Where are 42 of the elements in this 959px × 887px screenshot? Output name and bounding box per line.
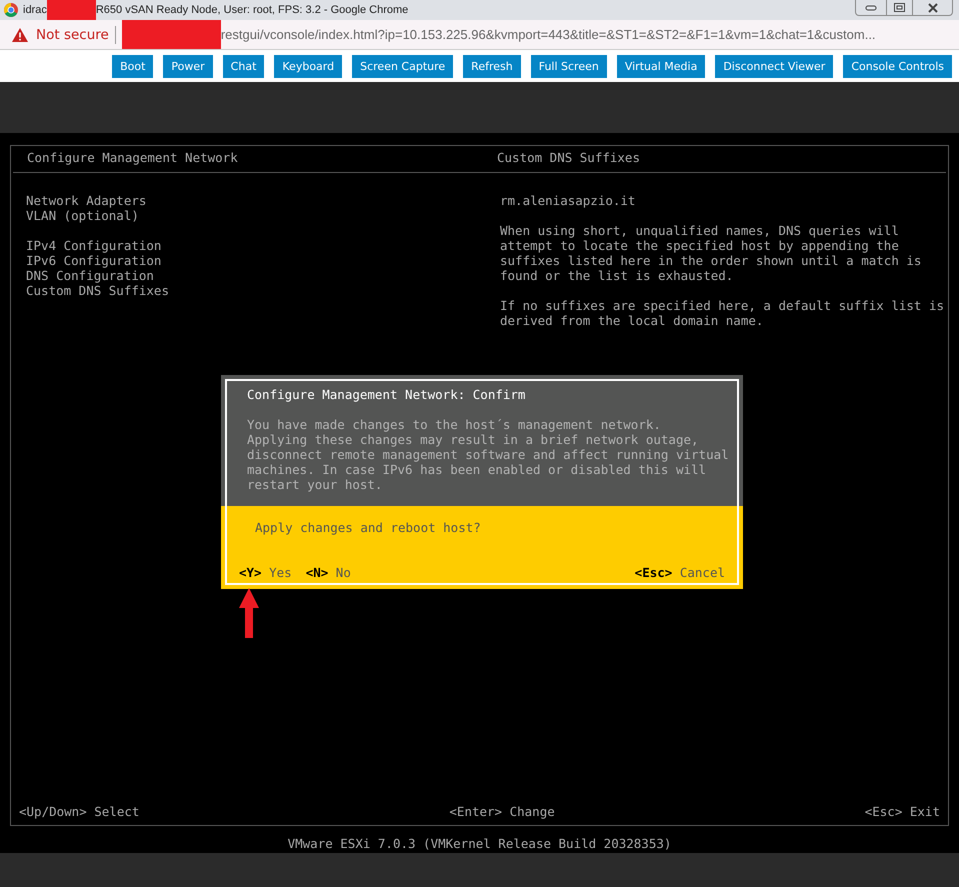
key-hint: <Up/Down> Select	[19, 804, 140, 819]
toolbar-button[interactable]: Full Screen	[530, 54, 607, 78]
key-option: <Esc> Cancel	[634, 565, 725, 580]
security-label[interactable]: Not secure	[36, 26, 109, 42]
toolbar-button[interactable]: Virtual Media	[616, 54, 706, 78]
help-text: When using short, unqualified names, DNS queries will attempt to locate the specified host by appending the suffixes listed here in the order shown until a match is found or the list is exhausted.	[500, 223, 922, 283]
restore-icon	[894, 3, 905, 12]
dialog-title: Configure Management Network: Confirm	[247, 387, 526, 402]
browser-logo-icon	[4, 3, 18, 17]
menu-item[interactable]: Custom DNS Suffixes	[26, 283, 495, 298]
panel-title: Configure Management Network	[26, 150, 239, 165]
toolbar-button[interactable]: Console Controls	[843, 54, 952, 78]
key-option: <N> No	[306, 565, 351, 580]
dialog-message: You have made changes to the host´s management network. Applying these changes may result in a brief network outage, disconnect remote management software and affect running virtual machines. In case IPv6 has been enabled or disabled this will restart your host.	[247, 417, 730, 492]
key-hint: <Enter> Change	[449, 804, 555, 819]
menu-item[interactable]: Network Adapters	[26, 193, 495, 208]
toolbar-button[interactable]: Screen Capture	[352, 54, 454, 78]
menu-item[interactable]: IPv4 Configuration	[26, 238, 495, 253]
minimize-icon	[865, 4, 877, 10]
toolbar-button[interactable]: Boot	[112, 54, 154, 78]
version-text: VMware ESXi 7.0.3 (VMKernel Release Build 20328353)	[286, 836, 672, 851]
key-hint: <Esc> Exit	[864, 804, 940, 819]
toolbar-button[interactable]: Power	[163, 54, 213, 78]
menu-item[interactable]: DNS Configuration	[26, 268, 495, 283]
key-option: <Y> Yes	[239, 565, 292, 580]
help-text: If no suffixes are specified here, a default suffix list is derived from the local domain name.	[500, 298, 946, 328]
window-title: idrac	[23, 4, 47, 16]
menu-item[interactable]: IPv6 Configuration	[26, 253, 495, 268]
warning-icon	[12, 28, 28, 42]
menu-item[interactable]: VLAN (optional)	[26, 208, 495, 223]
close-icon	[928, 2, 938, 12]
toolbar-button[interactable]: Disconnect Viewer	[715, 54, 834, 78]
url-text[interactable]: restgui/vconsole/index.html?ip=10.153.225.96&kvmport=443&title=&ST1=&ST2=&F1=1&vm=1&chat=1&custom...	[220, 27, 876, 42]
dialog-question: Apply changes and reboot host?	[254, 520, 482, 535]
toolbar-button[interactable]: Refresh	[463, 54, 521, 78]
arrow-annotation	[239, 588, 259, 638]
suffix-value: rm.aleniasapzio.it	[500, 193, 636, 208]
toolbar-button[interactable]: Keyboard	[274, 54, 342, 78]
window-title: R650 vSAN Ready Node, User: root, FPS: 3.2 - Google Chrome	[96, 4, 408, 16]
panel-title: Custom DNS Suffixes	[496, 150, 641, 165]
redaction-block	[46, 0, 96, 20]
toolbar-button[interactable]: Chat	[222, 54, 264, 78]
